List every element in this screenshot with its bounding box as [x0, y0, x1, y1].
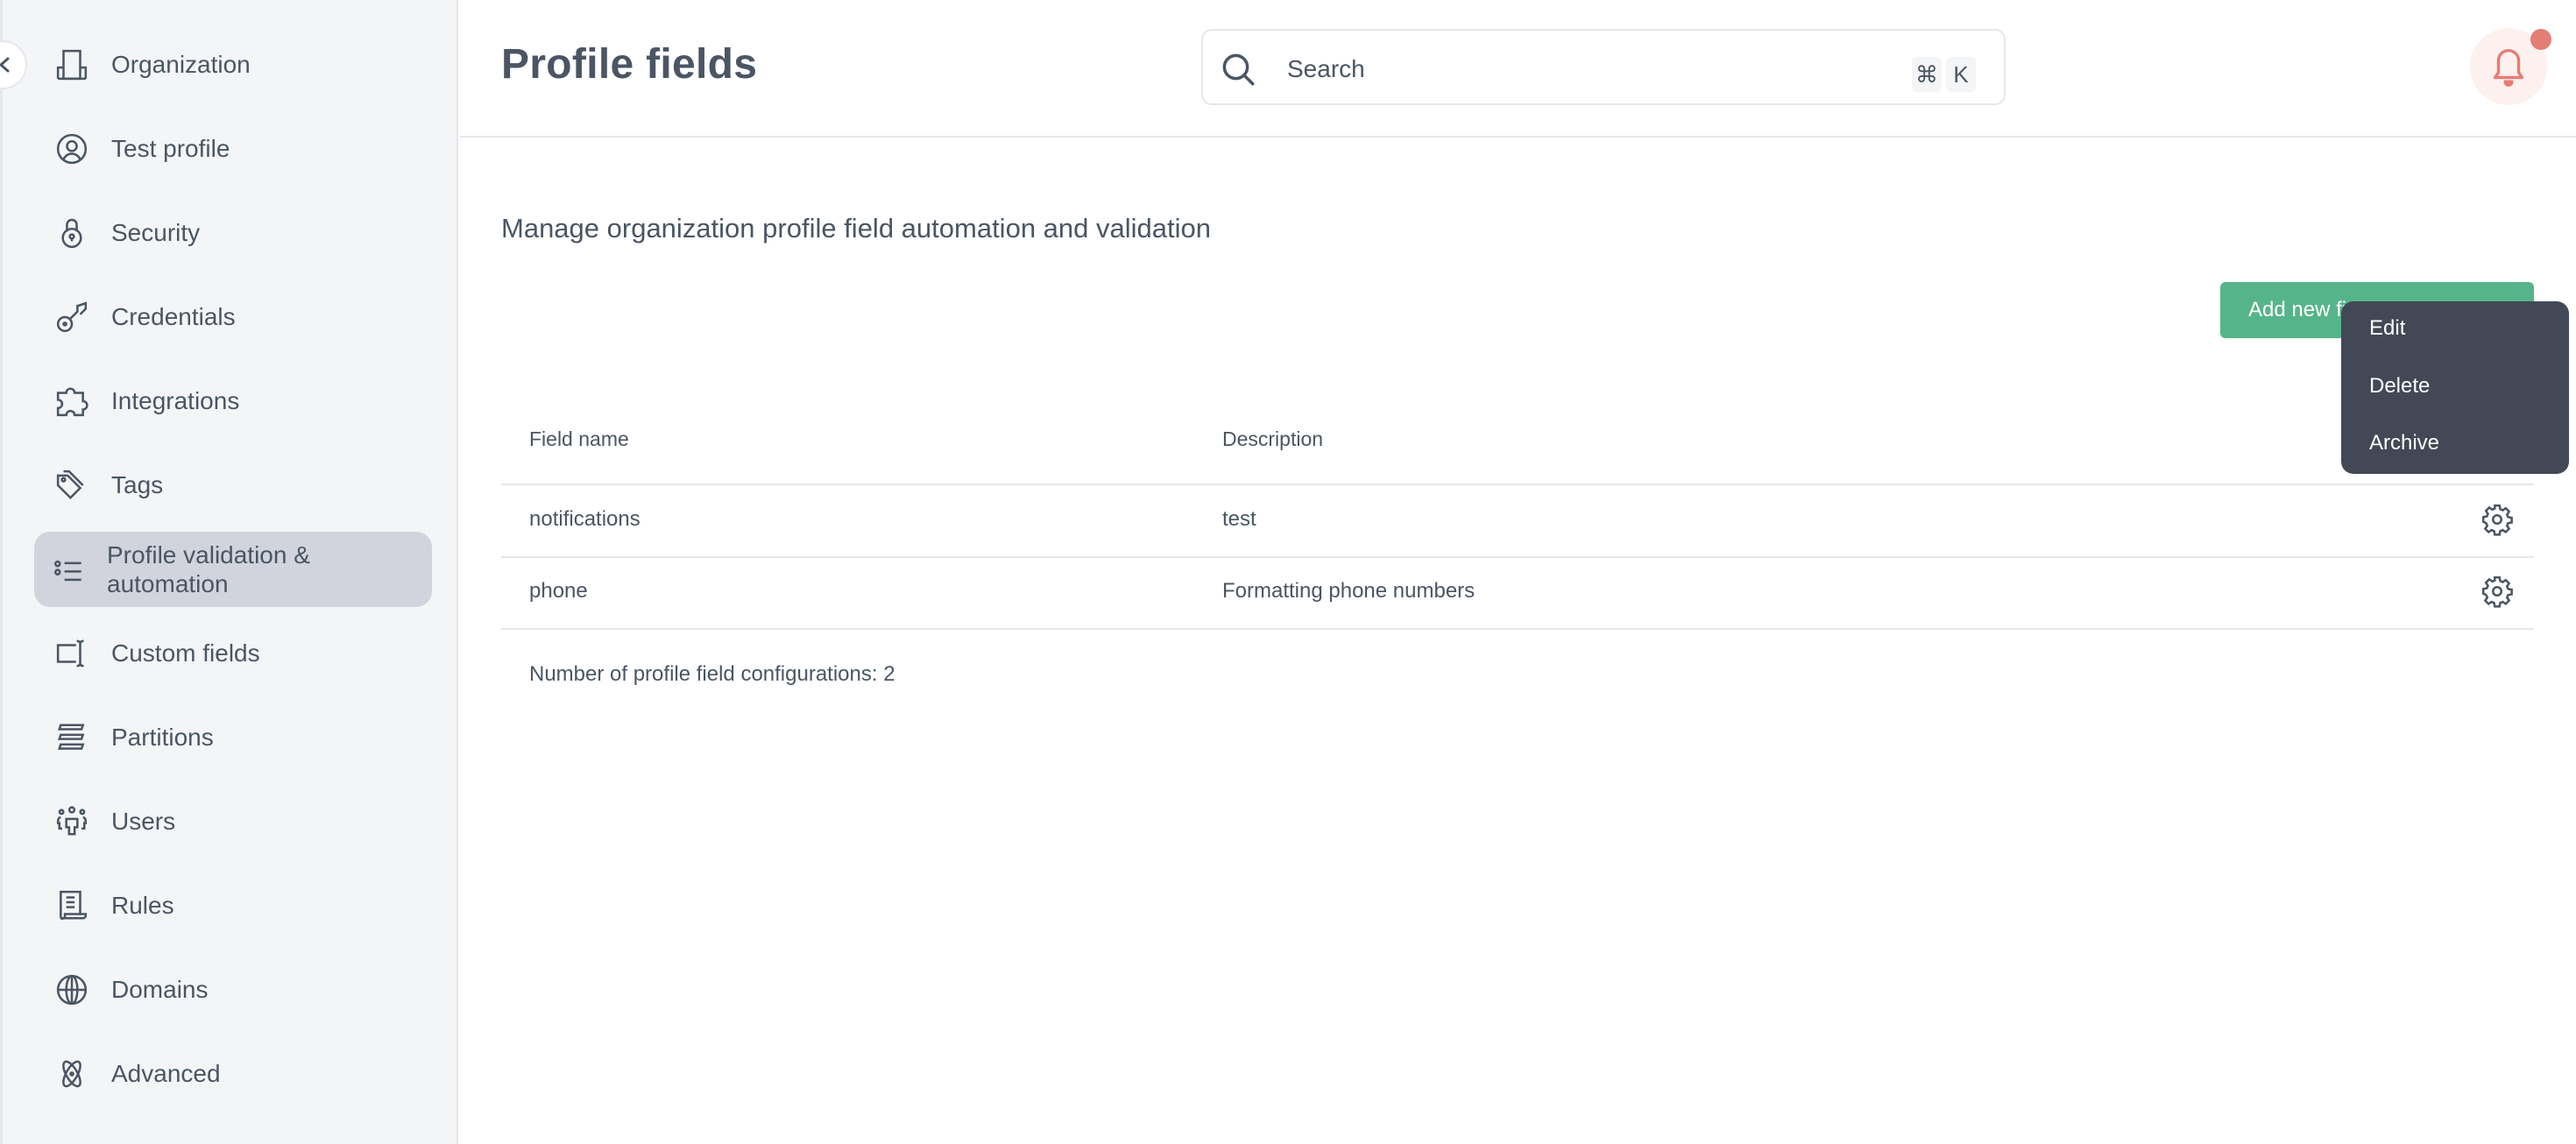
sidebar-item-rules[interactable]: Rules	[34, 868, 432, 943]
divider	[501, 484, 2534, 485]
sidebar-item-advanced[interactable]: Advanced	[34, 1036, 432, 1112]
top-header: Profile fields Search ⌘ K	[460, 0, 2576, 138]
row-actions-menu: Edit Delete Archive	[2341, 301, 2569, 474]
sidebar-item-label: Custom fields	[111, 639, 260, 667]
cell-description: test	[1222, 507, 1256, 531]
list-icon	[53, 553, 87, 586]
divider	[501, 556, 2534, 558]
column-header-field-name: Field name	[529, 427, 629, 450]
sidebar-item-label: Rules	[111, 892, 174, 919]
page-subtitle: Manage organization profile field automa…	[501, 213, 1211, 244]
sidebar-item-label: Advanced	[111, 1060, 221, 1087]
sidebar-item-credentials[interactable]: Credentials	[34, 279, 432, 355]
menu-item-archive[interactable]: Archive	[2369, 431, 2439, 455]
menu-item-delete[interactable]: Delete	[2369, 374, 2430, 399]
shortcut-k-key: K	[1946, 57, 1976, 92]
divider	[501, 628, 2534, 630]
sidebar-item-tags[interactable]: Tags	[34, 448, 432, 523]
cell-description: Formatting phone numbers	[1222, 579, 1476, 603]
bell-icon	[2493, 49, 2524, 87]
sidebar-item-partitions[interactable]: Partitions	[34, 700, 432, 775]
sidebar-item-users[interactable]: Users	[34, 784, 432, 859]
sidebar-item-label: Security	[111, 219, 201, 246]
sidebar-item-integrations[interactable]: Integrations	[34, 364, 432, 439]
column-header-description: Description	[1222, 427, 1324, 450]
puzzle-icon	[55, 385, 88, 418]
users-icon	[55, 805, 88, 838]
sidebar-item-label: Domains	[111, 976, 209, 1003]
cell-field-name: phone	[529, 579, 588, 603]
notification-badge	[2530, 29, 2551, 50]
gear-icon[interactable]	[2480, 575, 2514, 608]
sidebar-collapse-button[interactable]	[0, 40, 27, 89]
sidebar-item-organization[interactable]: Organization	[34, 27, 432, 102]
tags-icon	[55, 469, 88, 502]
sidebar-item-security[interactable]: Security	[34, 195, 432, 271]
page-title: Profile fields	[501, 41, 758, 88]
chevron-left-icon	[0, 57, 10, 73]
sidebar-item-label: Integrations	[111, 387, 240, 414]
sidebar-item-label: Tags	[111, 471, 164, 498]
sidebar-item-label: Partitions	[111, 724, 214, 751]
sidebar-item-test-profile[interactable]: Test profile	[34, 111, 432, 187]
configuration-count: Number of profile field configurations: …	[529, 662, 895, 686]
gear-icon[interactable]	[2480, 503, 2514, 536]
lock-icon	[55, 216, 88, 250]
key-icon	[55, 300, 88, 334]
search-input[interactable]: Search ⌘ K	[1201, 29, 2006, 105]
sidebar-item-label: Profile validation & automation	[107, 541, 310, 597]
cell-field-name: notifications	[529, 507, 640, 531]
globe-icon	[55, 973, 88, 1006]
building-icon	[55, 48, 88, 81]
layers-icon	[55, 721, 88, 754]
sidebar-item-label: Users	[111, 808, 176, 835]
sidebar-item-domains[interactable]: Domains	[34, 952, 432, 1027]
atom-icon	[55, 1057, 88, 1091]
search-placeholder: Search	[1287, 55, 1365, 82]
scroll-icon	[55, 889, 88, 922]
sidebar-item-label: Test profile	[111, 135, 230, 162]
user-circle-icon	[55, 132, 88, 166]
menu-item-edit[interactable]: Edit	[2369, 316, 2405, 341]
sidebar-item-label: Organization	[111, 51, 251, 78]
sidebar-item-custom-fields[interactable]: Custom fields	[34, 616, 432, 691]
sidebar-item-profile-validation[interactable]: Profile validation & automation	[34, 532, 432, 607]
shortcut-cmd-key: ⌘	[1912, 57, 1942, 92]
search-icon	[1222, 53, 1255, 86]
sidebar-item-label: Credentials	[111, 303, 236, 330]
text-cursor-icon	[55, 637, 88, 670]
sidebar: Organization Test profile Security Crede…	[0, 0, 458, 1144]
